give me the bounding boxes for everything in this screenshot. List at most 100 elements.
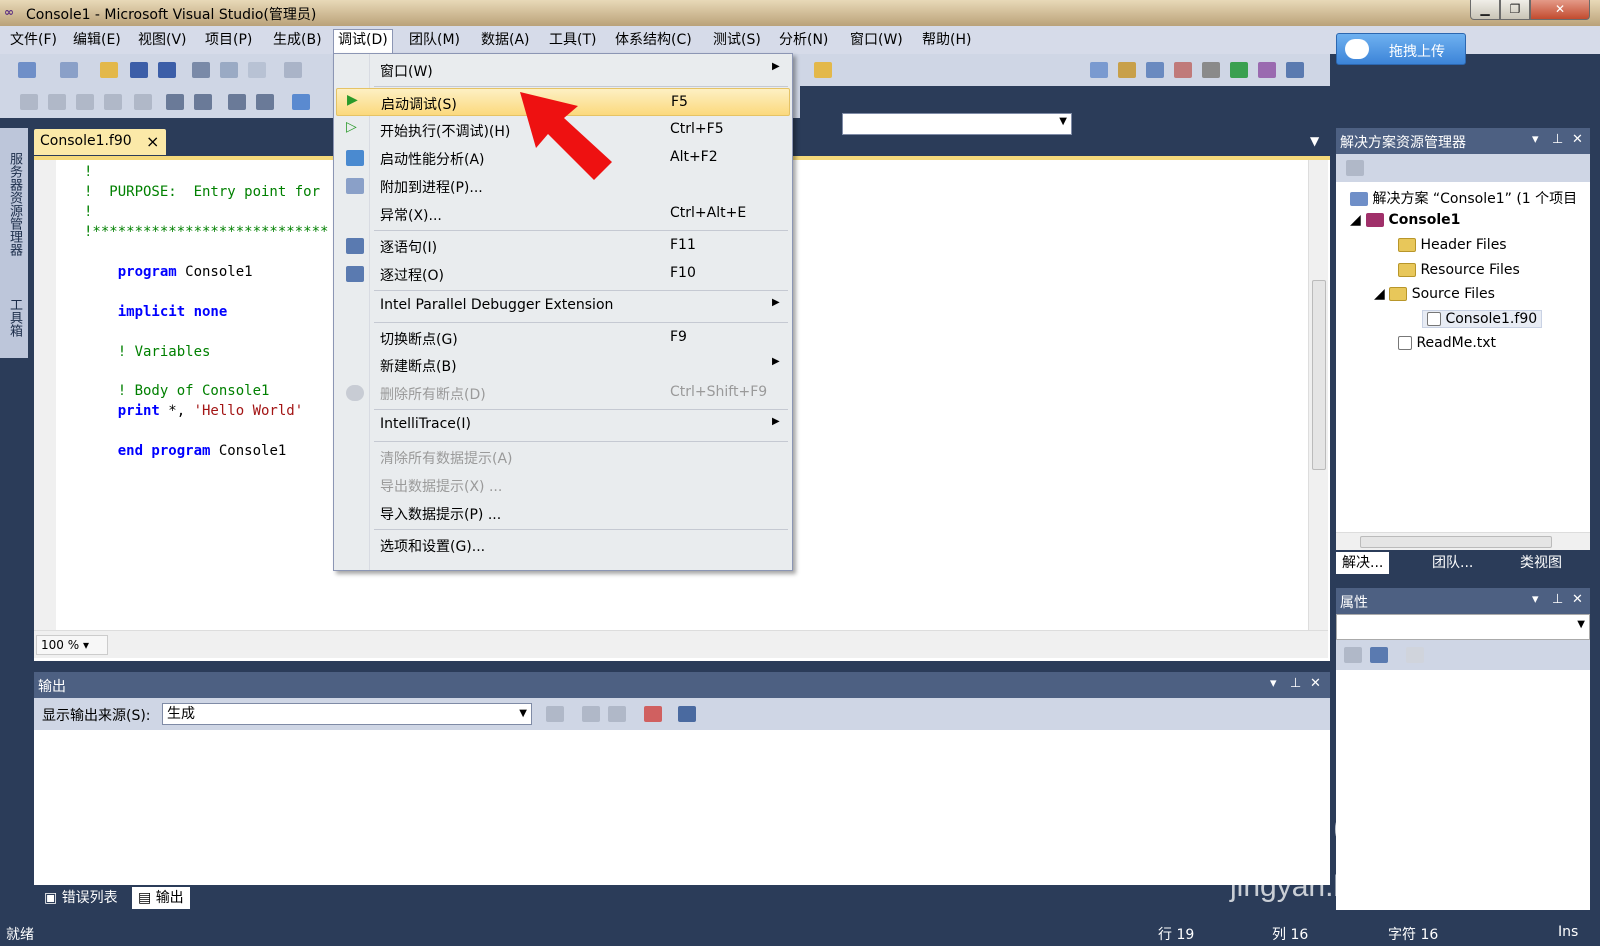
save-all-icon[interactable] bbox=[158, 62, 176, 78]
window-position-icon[interactable]: ▾ bbox=[1532, 592, 1539, 607]
save-icon[interactable] bbox=[130, 62, 148, 78]
categorized-icon[interactable] bbox=[1344, 647, 1362, 663]
menu-build[interactable]: 生成(B) bbox=[269, 30, 326, 50]
menu-item-intellitrace[interactable]: IntelliTrace(I) ▶ bbox=[336, 411, 790, 439]
output-text-area[interactable] bbox=[34, 730, 1330, 885]
menu-item-step-over[interactable]: 逐过程(O) F10 bbox=[336, 260, 790, 288]
minimize-button[interactable]: ▁ bbox=[1470, 0, 1500, 20]
menu-test[interactable]: 测试(S) bbox=[709, 30, 765, 50]
close-pane-icon[interactable]: ✕ bbox=[1310, 676, 1321, 691]
parameter-info-icon[interactable] bbox=[48, 94, 66, 110]
previous-message-icon[interactable] bbox=[582, 706, 600, 722]
menu-item-exceptions[interactable]: 异常(X)... Ctrl+Alt+E bbox=[336, 200, 790, 228]
tree-item-header-files[interactable]: Header Files bbox=[1398, 237, 1507, 253]
scrollbar-thumb[interactable] bbox=[1360, 536, 1552, 548]
window-position-icon[interactable]: ▾ bbox=[1532, 132, 1539, 147]
pin-icon[interactable]: ⊥ bbox=[1552, 592, 1563, 607]
upload-button[interactable]: 拖拽上传 bbox=[1336, 33, 1466, 65]
menu-file[interactable]: 文件(F) bbox=[6, 30, 61, 50]
uncomment-icon[interactable] bbox=[256, 94, 274, 110]
menu-item-intel-parallel-debugger[interactable]: Intel Parallel Debugger Extension ▶ bbox=[336, 292, 790, 320]
pin-icon[interactable]: ⊥ bbox=[1290, 676, 1301, 691]
close-pane-icon[interactable]: ✕ bbox=[1572, 132, 1583, 147]
tree-item-solution[interactable]: 解决方案 “Console1” (1 个项目 bbox=[1350, 188, 1577, 208]
menu-item-delete-all-breakpoints[interactable]: 删除所有断点(D) Ctrl+Shift+F9 bbox=[336, 379, 790, 407]
menu-item-options-and-settings[interactable]: 选项和设置(G)... bbox=[336, 531, 790, 559]
tab-team-explorer[interactable]: 团队... bbox=[1426, 552, 1479, 574]
zoom-select[interactable]: 100 % ▾ bbox=[36, 635, 108, 655]
window-position-icon[interactable]: ▾ bbox=[1270, 676, 1277, 691]
window-icon[interactable] bbox=[292, 94, 310, 110]
add-item-icon[interactable] bbox=[60, 62, 78, 78]
tab-solution-explorer[interactable]: 解决... bbox=[1336, 552, 1390, 574]
menu-analyze[interactable]: 分析(N) bbox=[775, 30, 832, 50]
menu-item-export-datatips[interactable]: 导出数据提示(X) ... bbox=[336, 471, 790, 499]
comment-icon[interactable] bbox=[228, 94, 246, 110]
server-explorer-tab[interactable]: 服务器资源管理器 bbox=[5, 152, 24, 256]
find-message-icon[interactable] bbox=[546, 706, 564, 722]
collapse-arrow-icon[interactable]: ◢ bbox=[1374, 286, 1385, 302]
solution-configuration-select[interactable]: ▼ bbox=[842, 113, 1072, 135]
menu-item-new-breakpoint[interactable]: 新建断点(B) ▶ bbox=[336, 351, 790, 379]
maximize-button[interactable]: ❐ bbox=[1500, 0, 1530, 20]
menu-item-windows[interactable]: 窗口(W) ▶ bbox=[336, 56, 790, 84]
tree-item-console1-f90[interactable]: Console1.f90 bbox=[1422, 310, 1543, 328]
close-tab-icon[interactable]: × bbox=[146, 132, 159, 151]
object-browser-icon[interactable] bbox=[1146, 62, 1164, 78]
outdent-icon[interactable] bbox=[166, 94, 184, 110]
pin-icon[interactable]: ⊥ bbox=[1552, 132, 1563, 147]
menu-item-step-into[interactable]: 逐语句(I) F11 bbox=[336, 232, 790, 260]
menu-team[interactable]: 团队(M) bbox=[405, 30, 464, 50]
cut-icon[interactable] bbox=[192, 62, 210, 78]
toolbox-tab[interactable]: 工具箱 bbox=[5, 298, 24, 337]
editor-vertical-scrollbar[interactable] bbox=[1308, 160, 1328, 630]
menu-tools[interactable]: 工具(T) bbox=[545, 30, 600, 50]
tree-item-readme[interactable]: ReadMe.txt bbox=[1398, 335, 1496, 351]
scrollbar-thumb[interactable] bbox=[1312, 280, 1326, 470]
menu-item-toggle-breakpoint[interactable]: 切换断点(G) F9 bbox=[336, 324, 790, 352]
tab-error-list[interactable]: ▣ 错误列表 bbox=[38, 887, 124, 909]
menu-help[interactable]: 帮助(H) bbox=[918, 30, 975, 50]
find-in-files-icon[interactable] bbox=[814, 62, 832, 78]
indent-icon[interactable] bbox=[194, 94, 212, 110]
tab-list-dropdown-icon[interactable]: ▼ bbox=[1310, 134, 1319, 148]
menu-project[interactable]: 项目(P) bbox=[201, 30, 256, 50]
paste-icon[interactable] bbox=[248, 62, 266, 78]
member-list-icon[interactable] bbox=[20, 94, 38, 110]
copy-icon[interactable] bbox=[220, 62, 238, 78]
alphabetical-icon[interactable] bbox=[1370, 647, 1388, 663]
new-project-icon[interactable] bbox=[18, 62, 36, 78]
output-source-select[interactable]: 生成 ▼ bbox=[162, 703, 532, 725]
solution-horizontal-scrollbar[interactable] bbox=[1336, 532, 1590, 550]
menu-item-import-datatips[interactable]: 导入数据提示(P) ... bbox=[336, 499, 790, 527]
start-page-icon[interactable] bbox=[1230, 62, 1248, 78]
word-wrap-icon[interactable] bbox=[678, 706, 696, 722]
properties-icon[interactable] bbox=[1118, 62, 1136, 78]
properties-object-select[interactable]: ▼ bbox=[1336, 614, 1590, 640]
command-window-icon[interactable] bbox=[1286, 62, 1304, 78]
tab-output[interactable]: ▤ 输出 bbox=[132, 887, 190, 909]
document-tab[interactable]: Console1.f90 × bbox=[34, 129, 166, 155]
menu-window[interactable]: 窗口(W) bbox=[846, 30, 907, 50]
next-message-icon[interactable] bbox=[608, 706, 626, 722]
complete-word-icon[interactable] bbox=[104, 94, 122, 110]
open-file-icon[interactable] bbox=[100, 62, 118, 78]
close-pane-icon[interactable]: ✕ bbox=[1572, 592, 1583, 607]
menu-item-clear-all-datatips[interactable]: 清除所有数据提示(A) bbox=[336, 443, 790, 471]
collapse-arrow-icon[interactable]: ◢ bbox=[1350, 212, 1361, 228]
toolbox-icon[interactable] bbox=[1174, 62, 1192, 78]
bookmark-icon[interactable] bbox=[134, 94, 152, 110]
menu-view[interactable]: 视图(V) bbox=[134, 30, 191, 50]
quick-info-icon[interactable] bbox=[76, 94, 94, 110]
property-pages-icon[interactable] bbox=[1406, 647, 1424, 663]
tree-item-resource-files[interactable]: Resource Files bbox=[1398, 262, 1520, 278]
tab-class-view[interactable]: 类视图 bbox=[1514, 552, 1568, 574]
menu-architecture[interactable]: 体系结构(C) bbox=[611, 30, 696, 50]
tree-item-project[interactable]: ◢ Console1 bbox=[1350, 212, 1460, 228]
tree-item-source-files[interactable]: ◢ Source Files bbox=[1374, 286, 1495, 302]
menu-debug[interactable]: 调试(D) bbox=[333, 29, 393, 54]
extension-manager-icon[interactable] bbox=[1258, 62, 1276, 78]
clear-all-icon[interactable] bbox=[644, 706, 662, 722]
menu-data[interactable]: 数据(A) bbox=[477, 30, 534, 50]
properties-icon[interactable] bbox=[1346, 160, 1364, 176]
